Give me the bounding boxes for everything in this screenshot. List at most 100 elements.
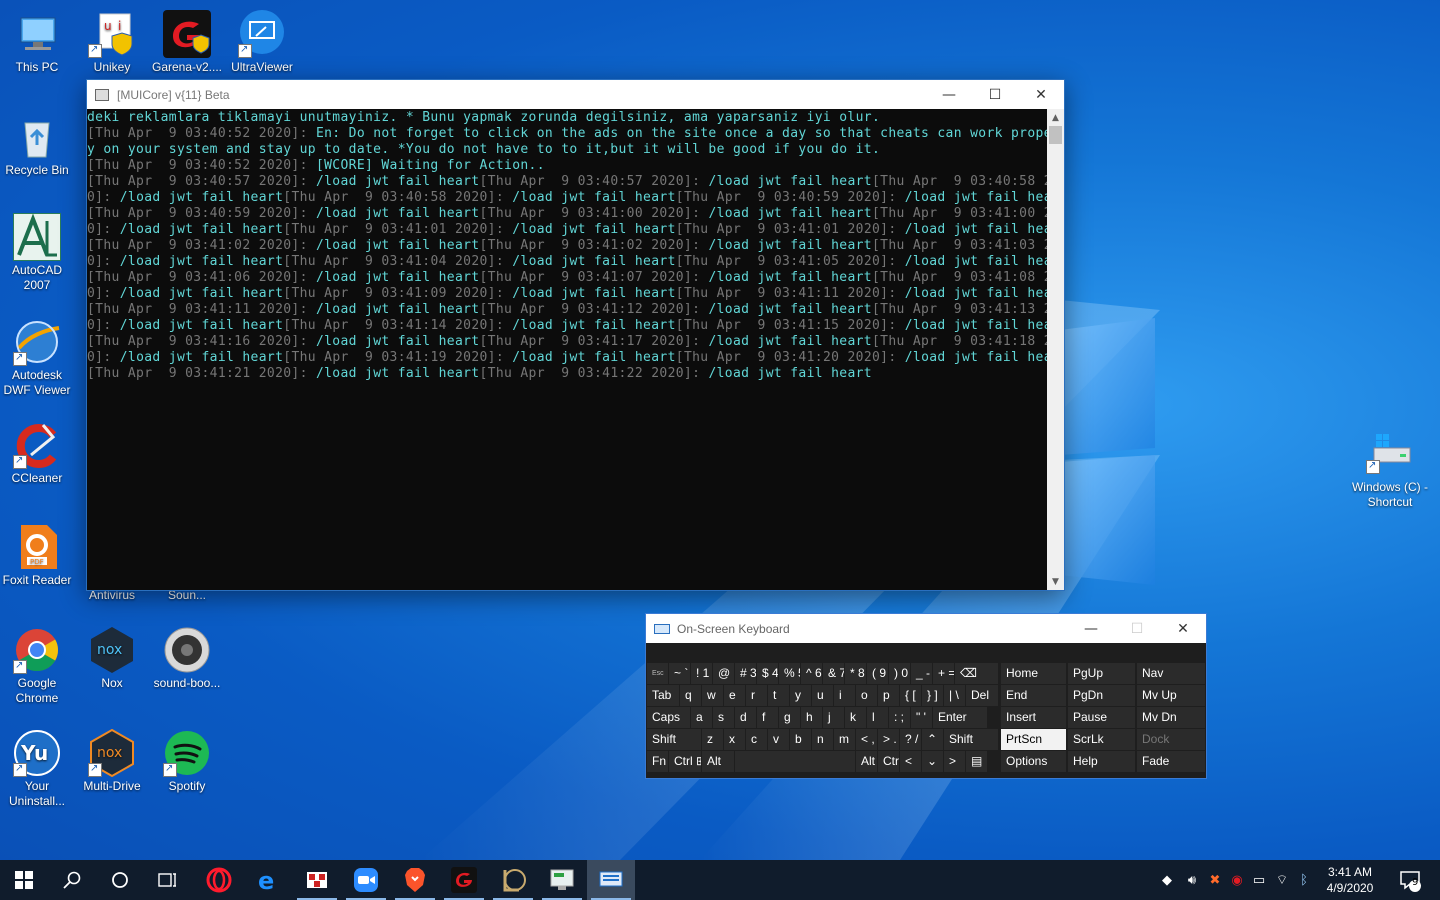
key-l[interactable]: l [867,707,888,728]
key--3[interactable]: # 3 [735,663,756,684]
key--[interactable]: : ; [889,707,910,728]
desktop-icon-this-pc[interactable]: This PC [1,10,73,75]
task-view-icon[interactable] [144,860,192,900]
key-p[interactable]: p [878,685,899,706]
osk-maximize-button[interactable]: ☐ [1114,614,1160,643]
key--2[interactable]: @ 2 [713,663,734,684]
desktop-icon-ultraviewer[interactable]: UltraViewer [226,10,298,75]
opera-icon[interactable] [195,860,243,900]
desktop-icon-your-uninstaller[interactable]: Yu Your Uninstall... [1,729,73,809]
key--6[interactable]: ^ 6 [801,663,822,684]
key--[interactable]: } ] [922,685,943,706]
key--0[interactable]: ) 0 [889,663,910,684]
key--[interactable]: ▤ [966,751,987,772]
console-window[interactable]: [MUICore] v{11} Beta — ☐ ✕ deki reklamla… [86,79,1065,591]
desktop-icon-recycle-bin[interactable]: Recycle Bin [1,113,73,178]
key--7[interactable]: & 7 [823,663,844,684]
brave-icon[interactable] [391,860,439,900]
key-a[interactable]: a [691,707,712,728]
tool-tray-icon[interactable]: ✖ [1204,873,1226,888]
key-enter[interactable]: Enter [933,707,987,728]
key-k[interactable]: k [845,707,866,728]
desktop-icon-spotify[interactable]: Spotify [151,729,223,794]
key-g[interactable]: g [779,707,800,728]
desktop-icon-nox[interactable]: nox Nox [76,626,148,691]
search-icon[interactable] [48,860,96,900]
scroll-thumb[interactable] [1049,126,1062,144]
osk-taskbar-icon[interactable] [587,860,635,900]
key-fade[interactable]: Fade [1137,751,1205,772]
key-nav[interactable]: Nav [1137,663,1205,684]
key-alt[interactable]: Alt [702,751,734,772]
key-n[interactable]: n [812,729,833,750]
dropbox-icon[interactable]: ◆ [1158,873,1176,888]
key-r[interactable]: r [746,685,767,706]
zoom-icon[interactable] [342,860,390,900]
desktop-icon-windows-c[interactable]: Windows (C) - Shortcut [1350,430,1430,510]
key-prtscn[interactable]: PrtScn [1001,729,1066,750]
desktop-icon-chrome[interactable]: Google Chrome [1,626,73,706]
key-b[interactable]: b [790,729,811,750]
key-m[interactable]: m [834,729,855,750]
scroll-up-icon[interactable]: ▲ [1047,109,1064,126]
key-scrlk[interactable]: ScrLk [1068,729,1135,750]
key-w[interactable]: w [702,685,723,706]
key--1[interactable]: ! 1 [691,663,712,684]
key-esc[interactable]: Esc [647,663,668,684]
osk-minimize-button[interactable]: — [1068,614,1114,643]
key-u[interactable]: u [812,685,833,706]
key-shift[interactable]: Shift [944,729,998,750]
key-o[interactable]: o [856,685,877,706]
key-i[interactable]: i [834,685,855,706]
desktop-icon-soundbooster[interactable]: sound-boo... [151,626,223,691]
console-titlebar[interactable]: [MUICore] v{11} Beta — ☐ ✕ [87,80,1064,109]
key-pause[interactable]: Pause [1068,707,1135,728]
key--5[interactable]: % 5 [779,663,800,684]
desktop-icon-ccleaner[interactable]: CCleaner [1,421,73,486]
monitor-app-icon[interactable] [538,860,586,900]
key--[interactable]: | \ [944,685,965,706]
key-pgdn[interactable]: PgDn [1068,685,1135,706]
league-icon[interactable] [489,860,537,900]
key-mv-up[interactable]: Mv Up [1137,685,1205,706]
desktop-icon-multi-drive[interactable]: nox Multi-Drive [76,728,148,794]
key--[interactable]: { [ [900,685,921,706]
console-scrollbar[interactable]: ▲ ▼ [1047,109,1064,590]
key-d[interactable]: d [735,707,756,728]
key-dock[interactable]: Dock [1137,729,1205,750]
console-output[interactable]: deki reklamlara tiklamayi unutmayiniz. *… [87,109,1047,590]
key-x[interactable]: x [724,729,745,750]
cortana-icon[interactable] [96,860,144,900]
key-h[interactable]: h [801,707,822,728]
key--[interactable]: _ - [911,663,932,684]
key-options[interactable]: Options [1001,751,1066,772]
key-f[interactable]: f [757,707,778,728]
wifi-icon[interactable]: ⌔ [1270,872,1294,888]
key--[interactable]: ⌄ [922,751,943,772]
key-mv-dn[interactable]: Mv Dn [1137,707,1205,728]
key--[interactable]: ⌃ [922,729,943,750]
key-y[interactable]: y [790,685,811,706]
key-end[interactable]: End [1001,685,1066,706]
key--[interactable]: ~ ` [669,663,690,684]
volume-icon[interactable]: 🔊︎ [1180,873,1204,888]
bluetooth-icon[interactable]: ᛒ [1294,873,1314,888]
key--[interactable]: + = [933,663,954,684]
desktop-icon-garena[interactable]: Garena-v2.... [151,10,223,75]
key--4[interactable]: $ 4 [757,663,778,684]
clock[interactable]: 3:41 AM 4/9/2020 [1320,864,1380,896]
key-insert[interactable]: Insert [1001,707,1066,728]
key--[interactable]: > [944,751,965,772]
key--[interactable]: ⌫ [955,663,998,684]
key-j[interactable]: j [823,707,844,728]
key-ctrl[interactable]: Ctrl [878,751,899,772]
key--[interactable]: < , [856,729,877,750]
key-s[interactable]: s [713,707,734,728]
key-e[interactable]: e [724,685,745,706]
key--[interactable]: " ' [911,707,932,728]
key--[interactable]: < [900,751,921,772]
minimize-button[interactable]: — [926,80,972,109]
key-home[interactable]: Home [1001,663,1066,684]
maximize-button[interactable]: ☐ [972,80,1018,109]
key-del[interactable]: Del [966,685,998,706]
